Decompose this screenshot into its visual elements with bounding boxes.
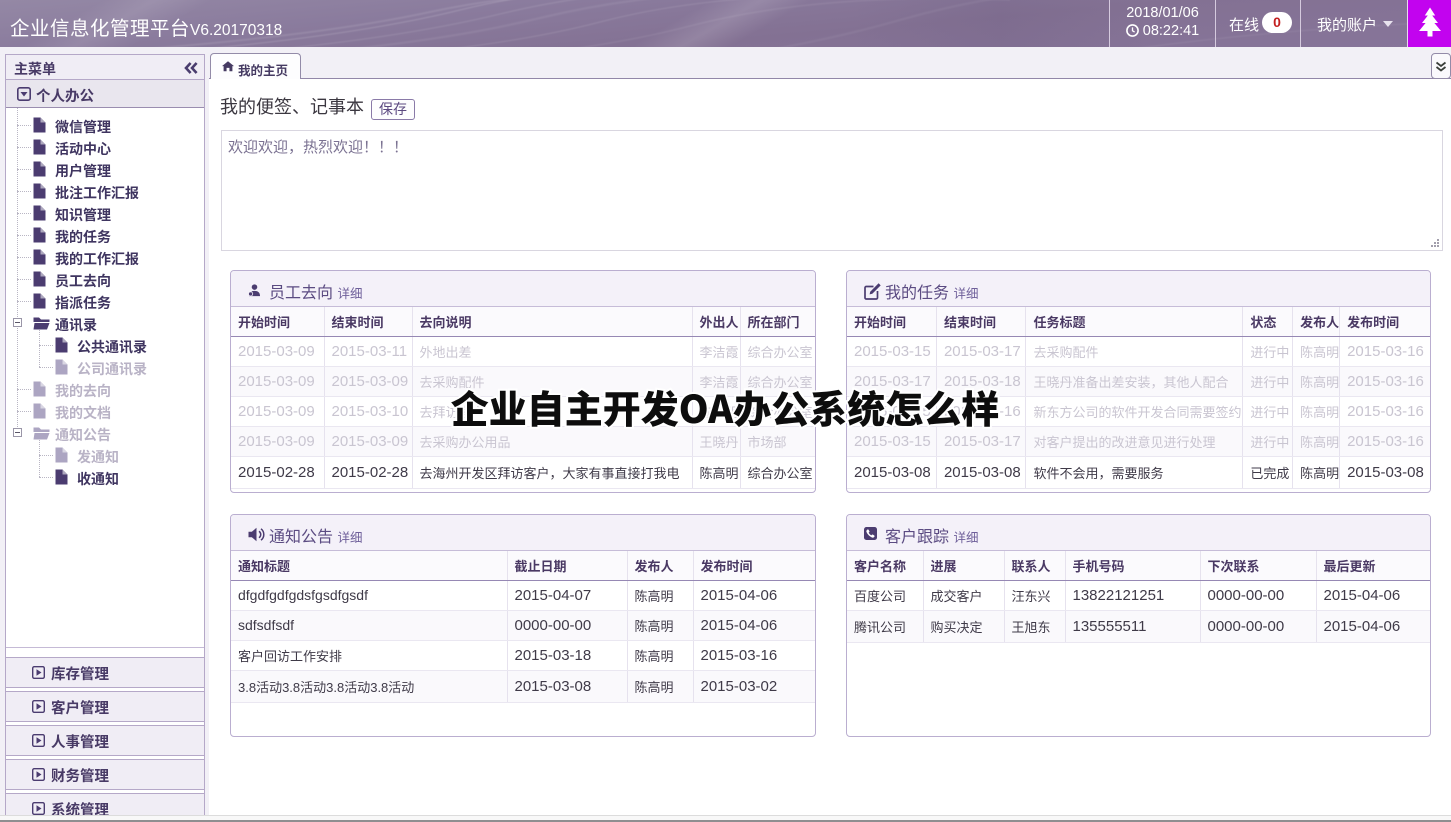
svg-text:企业自主开发OA办公系统怎么样: 企业自主开发OA办公系统怎么样 xyxy=(451,383,1000,433)
